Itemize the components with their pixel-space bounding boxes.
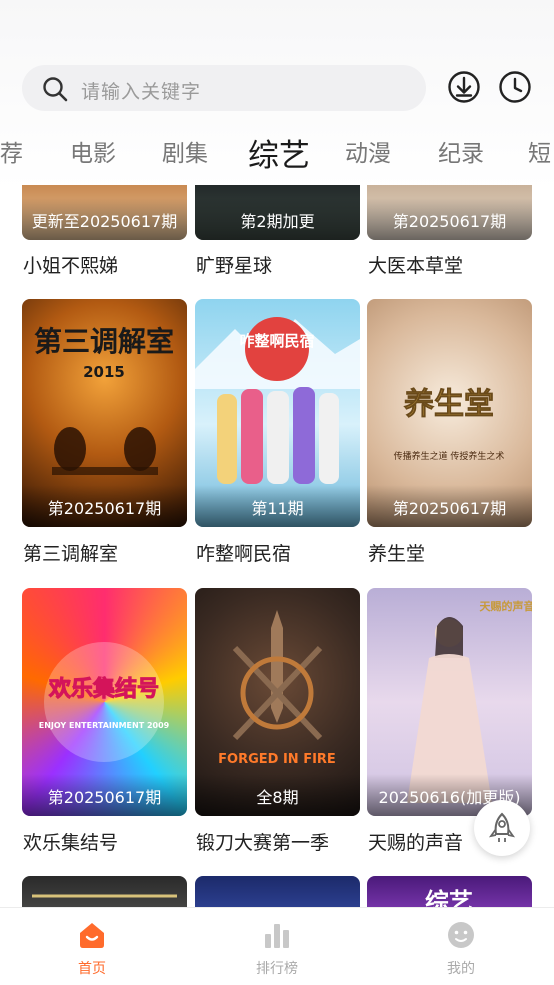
poster-thumbnail[interactable]: 第三调解室 2015 第20250617期	[22, 299, 187, 527]
rocket-icon	[488, 812, 516, 842]
episode-badge: 第20250617期	[47, 788, 162, 807]
poster-thumbnail[interactable]	[195, 876, 360, 907]
poster-title: 养生堂	[404, 387, 494, 422]
search-box[interactable]: 请输入关键字	[22, 65, 426, 111]
episode-badge: 第20250617期	[47, 499, 162, 518]
poster-thumbnail[interactable]: 综艺	[367, 876, 532, 907]
poster-thumbnail[interactable]: 养生堂 传播养生之道 传授养生之术 第20250617期	[367, 299, 532, 527]
poster-title: 综艺	[425, 888, 473, 907]
content-grid: 更新至20250617期 小姐不熙娣 第2期加更 旷野星球 第20250617期…	[0, 185, 554, 907]
episode-badge: 第11期	[251, 499, 304, 518]
poster-thumbnail[interactable]: 更新至20250617期	[22, 185, 187, 240]
search-row: 请输入关键字	[0, 62, 554, 114]
poster-title: FORGED IN FIRE	[218, 752, 336, 767]
poster-thumbnail[interactable]: FORGED IN FIRE 全8期	[195, 588, 360, 816]
ranking-icon	[265, 924, 289, 948]
nav-home-label: 首页	[78, 961, 106, 977]
poster-subtitle: 传播养生之道 传授养生之术	[394, 450, 505, 462]
card-title[interactable]: 天赐的声音	[368, 828, 463, 855]
nav-ranking-label: 排行榜	[256, 961, 298, 977]
poster-thumbnail[interactable]	[22, 876, 187, 907]
poster-subtitle: ENJOY ENTERTAINMENT 2009	[39, 721, 170, 730]
episode-badge: 第20250617期	[392, 499, 507, 518]
nav-profile-label: 我的	[447, 961, 475, 977]
bottom-nav: 首页 排行榜 我的	[0, 907, 554, 985]
card-title[interactable]: 锻刀大赛第一季	[196, 828, 329, 855]
card-title[interactable]: 欢乐集结号	[23, 828, 118, 855]
poster-title: 咋整啊民宿	[239, 332, 314, 350]
category-tabs: 荐 电影 剧集 综艺 动漫 纪录 短	[0, 128, 554, 178]
nav-ranking[interactable]: 排行榜	[217, 908, 337, 985]
search-input[interactable]: 请输入关键字	[81, 77, 201, 104]
tab-series[interactable]: 剧集	[162, 134, 208, 168]
episode-badge: 更新至20250617期	[31, 212, 178, 231]
tab-documentary[interactable]: 纪录	[438, 134, 484, 168]
nav-home[interactable]: 首页	[32, 908, 152, 985]
episode-badge: 第2期加更	[240, 212, 315, 231]
download-icon[interactable]	[447, 70, 481, 104]
poster-title: 天赐的声音	[480, 599, 533, 613]
card-title[interactable]: 旷野星球	[196, 251, 272, 278]
episode-badge: 全8期	[256, 788, 299, 807]
poster-thumbnail[interactable]: 第2期加更	[195, 185, 360, 240]
tab-variety[interactable]: 综艺	[248, 130, 310, 175]
card-title[interactable]: 小姐不熙娣	[23, 251, 118, 278]
card-title[interactable]: 大医本草堂	[368, 251, 463, 278]
card-title[interactable]: 养生堂	[368, 539, 425, 566]
tab-movie[interactable]: 电影	[70, 134, 116, 168]
search-icon	[43, 77, 68, 102]
profile-icon	[448, 922, 474, 948]
tab-anime[interactable]: 动漫	[345, 134, 391, 168]
home-icon	[80, 923, 104, 948]
poster-title: 欢乐集结号	[48, 676, 159, 702]
poster-thumbnail[interactable]: 天赐的声音 20250616(加更版)	[367, 588, 532, 816]
tab-short[interactable]: 短	[528, 134, 551, 168]
poster-subtitle: 2015	[83, 363, 125, 381]
poster-title: 第三调解室	[34, 325, 174, 358]
history-icon[interactable]	[498, 70, 532, 104]
poster-thumbnail[interactable]: 欢乐集结号 ENJOY ENTERTAINMENT 2009 第20250617…	[22, 588, 187, 816]
poster-thumbnail[interactable]: 第20250617期	[367, 185, 532, 240]
card-title[interactable]: 咋整啊民宿	[196, 539, 291, 566]
rocket-button[interactable]	[474, 800, 530, 856]
episode-badge: 第20250617期	[392, 212, 507, 231]
poster-thumbnail[interactable]: 咋整啊民宿 第11期	[195, 299, 360, 527]
tab-recommend[interactable]: 荐	[0, 134, 23, 168]
nav-profile[interactable]: 我的	[401, 908, 521, 985]
card-title[interactable]: 第三调解室	[23, 539, 118, 566]
